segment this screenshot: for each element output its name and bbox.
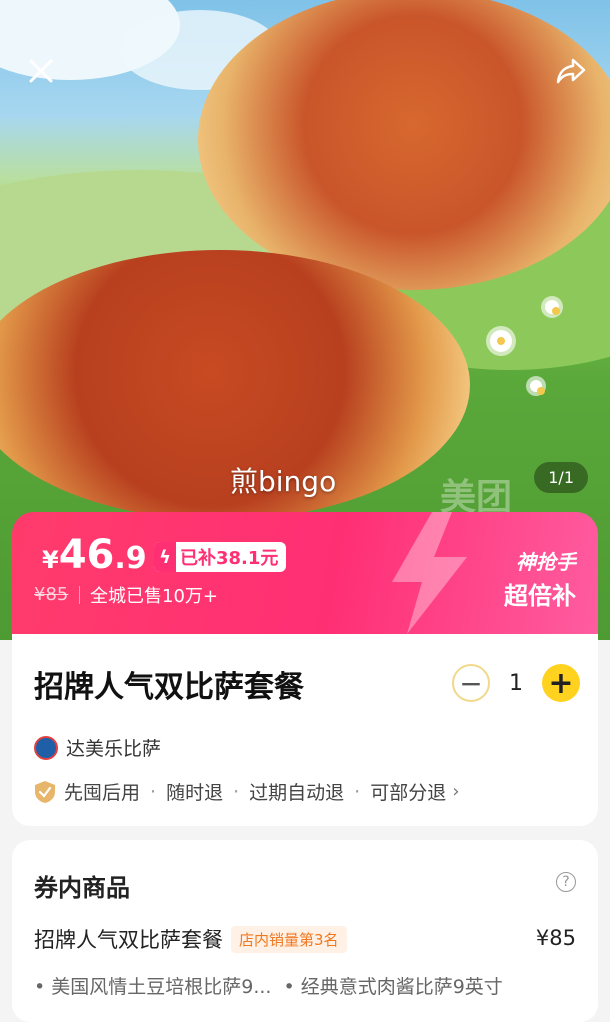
bolt-icon: ϟ — [154, 542, 176, 572]
shield-icon — [35, 780, 55, 803]
guarantee-item: 过期自动退 — [249, 782, 345, 804]
decrease-button[interactable]: − — [452, 664, 490, 702]
separator-dot: · — [354, 780, 361, 803]
divider — [79, 586, 80, 604]
promo-tag: 神抢手 — [516, 550, 576, 574]
product-info-card: 招牌人气双比萨套餐 − 1 + 达美乐比萨 先囤后用 · 随时退 · 过期自动退… — [12, 634, 598, 826]
promo-title: 超倍补 — [504, 582, 576, 610]
image-watermark: 煎bingo — [230, 465, 337, 498]
sub-item: • 经典意式肉酱比萨9英寸 — [283, 976, 503, 998]
guarantee-item: 先囤后用 — [64, 782, 141, 804]
separator-dot: · — [233, 780, 240, 803]
quantity-stepper: − 1 + — [452, 664, 580, 702]
brand-name: 达美乐比萨 — [66, 738, 162, 760]
close-icon[interactable] — [24, 54, 58, 88]
sub-item: • 美国风情土豆培根比萨9... — [34, 976, 272, 998]
separator-dot: · — [150, 780, 157, 803]
flower — [545, 300, 560, 315]
rank-badge: 店内销量第3名 — [231, 925, 347, 953]
guarantee-item: 随时退 — [166, 782, 224, 804]
coupon-items-card: 券内商品 ? 招牌人气双比萨套餐 店内销量第3名 ¥85 • 美国风情土豆培根比… — [12, 840, 598, 1022]
help-icon[interactable]: ? — [556, 872, 576, 892]
item-name: 招牌人气双比萨套餐 — [34, 928, 223, 952]
flower — [490, 330, 512, 352]
sold-count: 全城已售10万+ — [90, 586, 218, 607]
current-price: ¥46.9 — [42, 532, 147, 578]
guarantee-item: 可部分退 — [370, 782, 447, 804]
product-title: 招牌人气双比萨套餐 — [34, 670, 304, 705]
brand-link[interactable]: 达美乐比萨 — [34, 734, 161, 761]
flower — [530, 380, 545, 395]
brand-logo — [34, 735, 58, 760]
image-counter: 1/1 — [534, 462, 588, 493]
section-title: 券内商品 — [34, 874, 130, 902]
original-price: ¥85 — [34, 584, 69, 605]
coupon-item: 招牌人气双比萨套餐 店内销量第3名 — [34, 924, 347, 954]
price-banner: ¥46.9 ϟ 已补38.1元 ¥85 全城已售10万+ 神抢手 超倍补 — [12, 512, 598, 634]
chevron-right-icon: › — [452, 781, 460, 802]
increase-button[interactable]: + — [542, 664, 580, 702]
item-price: ¥85 — [535, 926, 576, 950]
sub-item-list: • 美国风情土豆培根比萨9... • 经典意式肉酱比萨9英寸 — [34, 972, 503, 999]
quantity-value: 1 — [509, 670, 523, 696]
guarantee-row[interactable]: 先囤后用 · 随时退 · 过期自动退 · 可部分退 › — [34, 778, 459, 805]
lightning-icon — [392, 512, 467, 634]
share-icon[interactable] — [554, 54, 588, 88]
subsidy-badge: ϟ 已补38.1元 — [154, 542, 287, 572]
